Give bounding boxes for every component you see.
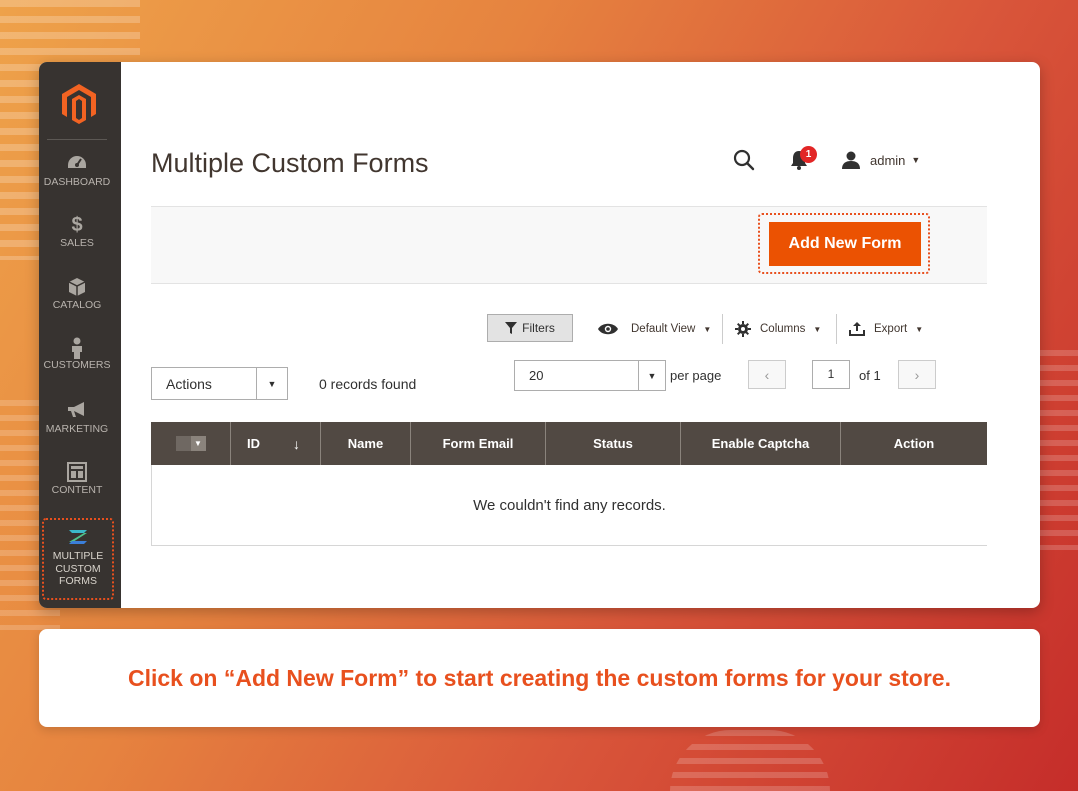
view-label: Default View: [631, 323, 696, 335]
chevron-down-icon: ▼: [638, 361, 665, 390]
chevron-down-icon: ▼: [703, 324, 712, 334]
box-icon: [39, 277, 115, 297]
column-header-label: ID: [247, 436, 260, 451]
gauge-icon: [39, 154, 115, 174]
page-total: of 1: [859, 368, 881, 383]
chevron-down-icon: ▼: [911, 155, 921, 165]
mass-select-toggle[interactable]: ▼: [175, 436, 206, 451]
background-stripes: [1040, 350, 1078, 550]
column-header-label: Form Email: [442, 436, 514, 451]
column-header-label: Enable Captcha: [711, 436, 810, 451]
grid-empty-message: We couldn't find any records.: [151, 465, 987, 546]
sidebar-item-sales[interactable]: $ SALES: [39, 215, 115, 249]
sidebar-item-dashboard[interactable]: DASHBOARD: [39, 154, 115, 188]
mass-actions-dropdown[interactable]: Actions ▼: [151, 367, 288, 400]
sidebar-item-label: MULTIPLE: [52, 550, 104, 562]
notification-badge: 1: [800, 146, 817, 163]
grid-header: ▼ ID ↓ Name Form Email Status Enable Cap…: [151, 422, 987, 465]
column-header-label: Status: [593, 436, 633, 451]
sidebar-divider: [47, 139, 107, 140]
per-page-dropdown[interactable]: 20 ▼: [514, 360, 666, 391]
user-icon: [842, 151, 860, 169]
page-title: Multiple Custom Forms: [151, 148, 429, 178]
main-content: Multiple Custom Forms 1 admin ▼ Add New …: [121, 62, 1040, 608]
z-logo-icon: [69, 530, 87, 544]
user-menu[interactable]: admin ▼: [841, 148, 920, 172]
magento-logo[interactable]: [60, 83, 98, 125]
sidebar-item-catalog[interactable]: CATALOG: [39, 277, 115, 311]
add-new-form-button[interactable]: Add New Form: [769, 222, 921, 266]
chevron-down-icon: ▼: [915, 324, 924, 334]
column-header-name[interactable]: Name: [321, 422, 411, 465]
column-header-action: Action: [841, 422, 987, 465]
background-stripes: [670, 730, 830, 791]
eye-icon: [598, 323, 618, 335]
gear-icon: [735, 321, 751, 337]
column-header-enable-captcha[interactable]: Enable Captcha: [681, 422, 841, 465]
sidebar-item-marketing[interactable]: MARKETING: [39, 401, 115, 435]
instruction-text: Click on “Add New Form” to start creatin…: [127, 664, 951, 691]
column-header-label: Action: [893, 436, 935, 451]
columns-label: Columns: [760, 323, 806, 335]
divider: [722, 314, 723, 344]
layout-icon: [39, 462, 115, 482]
filters-label: Filters: [522, 321, 555, 335]
filters-button[interactable]: Filters: [487, 314, 573, 342]
person-icon: [39, 337, 115, 359]
sidebar-item-label: CONTENT: [51, 484, 103, 496]
instruction-banner: Click on “Add New Form” to start creatin…: [39, 629, 1040, 727]
sidebar-item-label: DASHBOARD: [43, 176, 111, 188]
funnel-icon: [505, 322, 518, 334]
search-icon[interactable]: [732, 148, 756, 172]
sidebar-item-customers[interactable]: CUSTOMERS: [39, 337, 115, 371]
chevron-down-icon: ▼: [256, 368, 287, 399]
actions-label: Actions: [166, 375, 212, 392]
chevron-right-icon: ›: [914, 366, 920, 383]
sidebar-item-label: FORMS: [59, 575, 97, 587]
chevron-down-icon: ▼: [813, 324, 822, 334]
column-header-id[interactable]: ID ↓: [231, 422, 321, 465]
sidebar-item-label: CUSTOM: [55, 562, 101, 575]
column-header-status[interactable]: Status: [546, 422, 681, 465]
export-selector[interactable]: Export ▼: [849, 318, 923, 340]
column-header-select[interactable]: ▼: [151, 422, 231, 465]
records-count: 0 records found: [319, 376, 417, 392]
user-name: admin: [870, 152, 906, 168]
checkbox-icon: [175, 436, 191, 451]
megaphone-icon: [39, 401, 115, 421]
next-page-button[interactable]: ›: [898, 360, 936, 389]
admin-window: DASHBOARD $ SALES CATALOG CUSTOMERS MARK…: [39, 62, 1040, 608]
sidebar-item-label: CUSTOMERS: [43, 359, 111, 371]
sort-arrow-icon: ↓: [293, 435, 300, 452]
column-header-label: Name: [347, 436, 384, 451]
divider: [836, 314, 837, 344]
dollar-icon: $: [71, 214, 83, 236]
chevron-left-icon: ‹: [764, 366, 770, 383]
upload-icon: [849, 322, 865, 336]
chevron-down-icon: ▼: [194, 439, 202, 448]
view-selector[interactable]: Default View ▼: [597, 318, 711, 340]
sidebar-item-label: SALES: [60, 237, 94, 249]
sidebar-item-label: CATALOG: [52, 299, 102, 311]
column-header-form-email[interactable]: Form Email: [411, 422, 546, 465]
columns-selector[interactable]: Columns ▼: [735, 318, 821, 340]
sidebar-item-content[interactable]: CONTENT: [39, 462, 115, 496]
export-label: Export: [874, 323, 908, 335]
admin-sidebar: DASHBOARD $ SALES CATALOG CUSTOMERS MARK…: [39, 62, 121, 608]
previous-page-button[interactable]: ‹: [748, 360, 786, 389]
page-number-input[interactable]: 1: [812, 360, 850, 389]
sidebar-item-label: MARKETING: [45, 423, 109, 435]
sidebar-item-multiple-custom-forms[interactable]: MULTIPLE CUSTOM FORMS: [42, 518, 114, 600]
per-page-label: per page: [670, 368, 722, 383]
per-page-value: 20: [529, 368, 544, 383]
